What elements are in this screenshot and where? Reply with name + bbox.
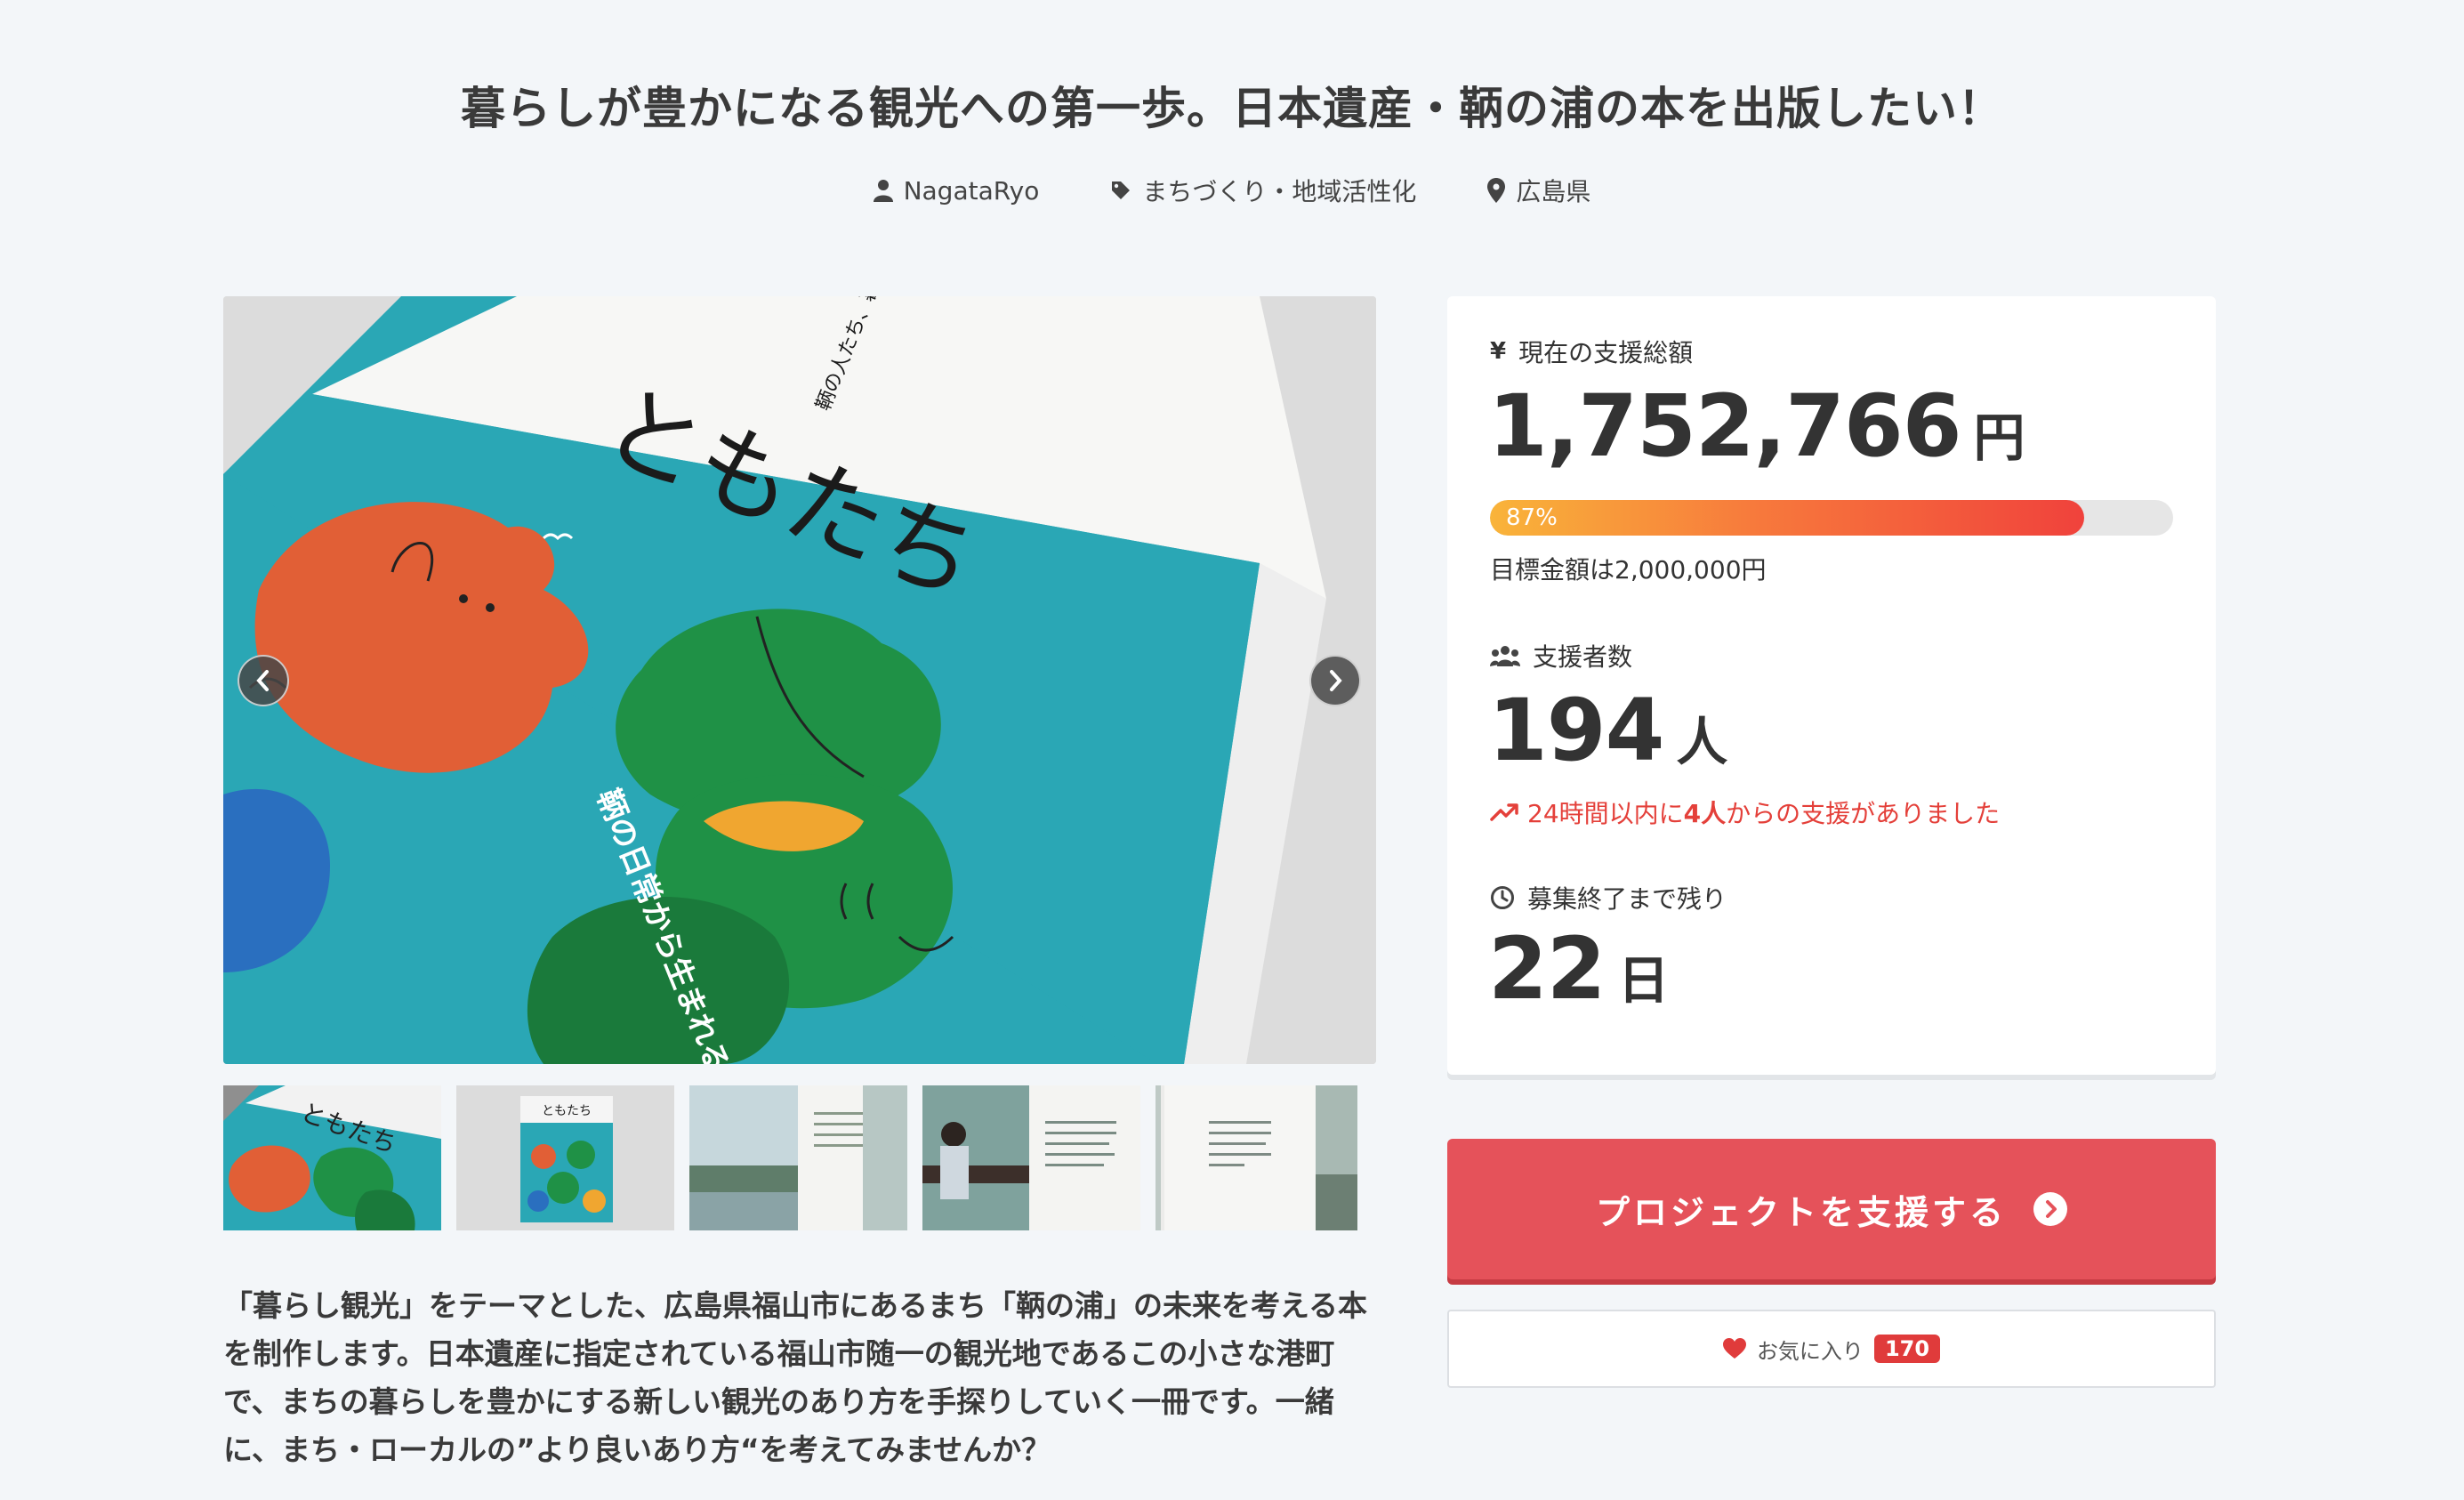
supporters-label-row: 支援者数 bbox=[1490, 638, 1632, 673]
thumbnail-strip: ともたち ともたち bbox=[223, 1085, 1376, 1230]
funding-label-row: ¥ 現在の支援総額 bbox=[1490, 334, 1693, 369]
supporters-count: 194 人 bbox=[1488, 681, 1727, 780]
recent-count: 4人 bbox=[1683, 799, 1727, 828]
funding-progress-fill: 87% bbox=[1490, 500, 2085, 536]
progress-percent-label: 87% bbox=[1506, 504, 1558, 531]
users-icon bbox=[1490, 646, 1520, 666]
stats-card: ¥ 現在の支援総額 1,752,766 円 87% 目標金額は2,000,000… bbox=[1447, 296, 2216, 1075]
funding-target: 目標金額は2,000,000円 bbox=[1490, 555, 1767, 585]
remaining-label: 募集終了まで残り bbox=[1527, 884, 1727, 914]
remaining-days-unit: 日 bbox=[1617, 950, 1670, 1011]
chevron-left-icon bbox=[256, 670, 269, 691]
remaining-label-row: 募集終了まで残り bbox=[1490, 880, 1727, 915]
favorite-label: お気に入り bbox=[1756, 1338, 1864, 1364]
location-name: 広島県 bbox=[1516, 177, 1591, 206]
thumbnail-5[interactable] bbox=[1156, 1085, 1357, 1230]
prev-image-button[interactable] bbox=[238, 655, 289, 706]
supporters-label: 支援者数 bbox=[1533, 642, 1633, 672]
owner-name: NagataRyo bbox=[903, 175, 1040, 206]
next-image-button[interactable] bbox=[1309, 655, 1361, 706]
user-icon bbox=[873, 180, 893, 202]
trending-up-icon bbox=[1490, 803, 1518, 821]
support-project-button[interactable]: プロジェクトを支援する bbox=[1447, 1139, 2216, 1279]
thumbnail-2[interactable]: ともたち bbox=[456, 1085, 674, 1230]
category-name: まちづくり・地域活性化 bbox=[1142, 177, 1417, 206]
main-image: ともたち 鞆の人たち、暮らしたち。 鞆の日常から生まれる暮らし観光。 bbox=[223, 296, 1376, 1064]
project-description: 「暮らし観光」をテーマとした、広島県福山市にあるまち「鞆の浦」の未来を考える本を… bbox=[223, 1288, 1368, 1467]
tag-icon bbox=[1112, 181, 1131, 199]
favorite-button[interactable]: お気に入り 170 bbox=[1447, 1310, 2216, 1388]
heart-icon bbox=[1722, 1338, 1746, 1359]
map-pin-icon bbox=[1487, 178, 1506, 203]
remaining-days: 22 日 bbox=[1488, 919, 1670, 1019]
remaining-days-value: 22 bbox=[1488, 919, 1606, 1019]
svg-text:ともたち: ともたち bbox=[542, 1104, 592, 1118]
recent-prefix: 24時間以内に bbox=[1527, 799, 1684, 828]
chevron-right-icon bbox=[1330, 670, 1342, 691]
arrow-circle-right-icon bbox=[2033, 1192, 2067, 1226]
owner-link[interactable]: NagataRyo bbox=[873, 173, 1040, 208]
thumbnail-1[interactable]: ともたち bbox=[223, 1085, 441, 1230]
clock-icon bbox=[1491, 886, 1514, 909]
project-meta: NagataRyo まちづくり・地域活性化 広島県 bbox=[0, 173, 2464, 208]
book-cover-illustration: ともたち 鞆の人たち、暮らしたち。 鞆の日常から生まれる暮らし観光。 bbox=[223, 296, 1376, 1064]
funding-label: 現在の支援総額 bbox=[1518, 338, 1694, 367]
thumbnail-4[interactable] bbox=[922, 1085, 1140, 1230]
funding-amount: 1,752,766 円 bbox=[1488, 376, 2025, 476]
supporters-count-value: 194 bbox=[1488, 681, 1664, 780]
favorite-count-badge: 170 bbox=[1873, 1335, 1941, 1363]
location-link[interactable]: 広島県 bbox=[1487, 173, 1590, 208]
recent-support-notice: 24時間以内に4人からの支援がありました bbox=[1490, 794, 2000, 830]
category-link[interactable]: まちづくり・地域活性化 bbox=[1110, 173, 1416, 208]
support-button-label: プロジェクトを支援する bbox=[1595, 1192, 2007, 1232]
yen-icon: ¥ bbox=[1490, 338, 1507, 365]
recent-suffix: からの支援がありました bbox=[1726, 799, 2001, 828]
thumbnail-3[interactable] bbox=[689, 1085, 907, 1230]
page-title: 暮らしが豊かになる観光への第一歩。日本遺産・鞆の浦の本を出版したい！ bbox=[461, 83, 2003, 134]
funding-progress-bar: 87% bbox=[1490, 500, 2173, 536]
supporters-count-unit: 人 bbox=[1676, 712, 1728, 772]
funding-amount-value: 1,752,766 bbox=[1488, 376, 1962, 476]
funding-amount-unit: 円 bbox=[1973, 407, 2025, 468]
